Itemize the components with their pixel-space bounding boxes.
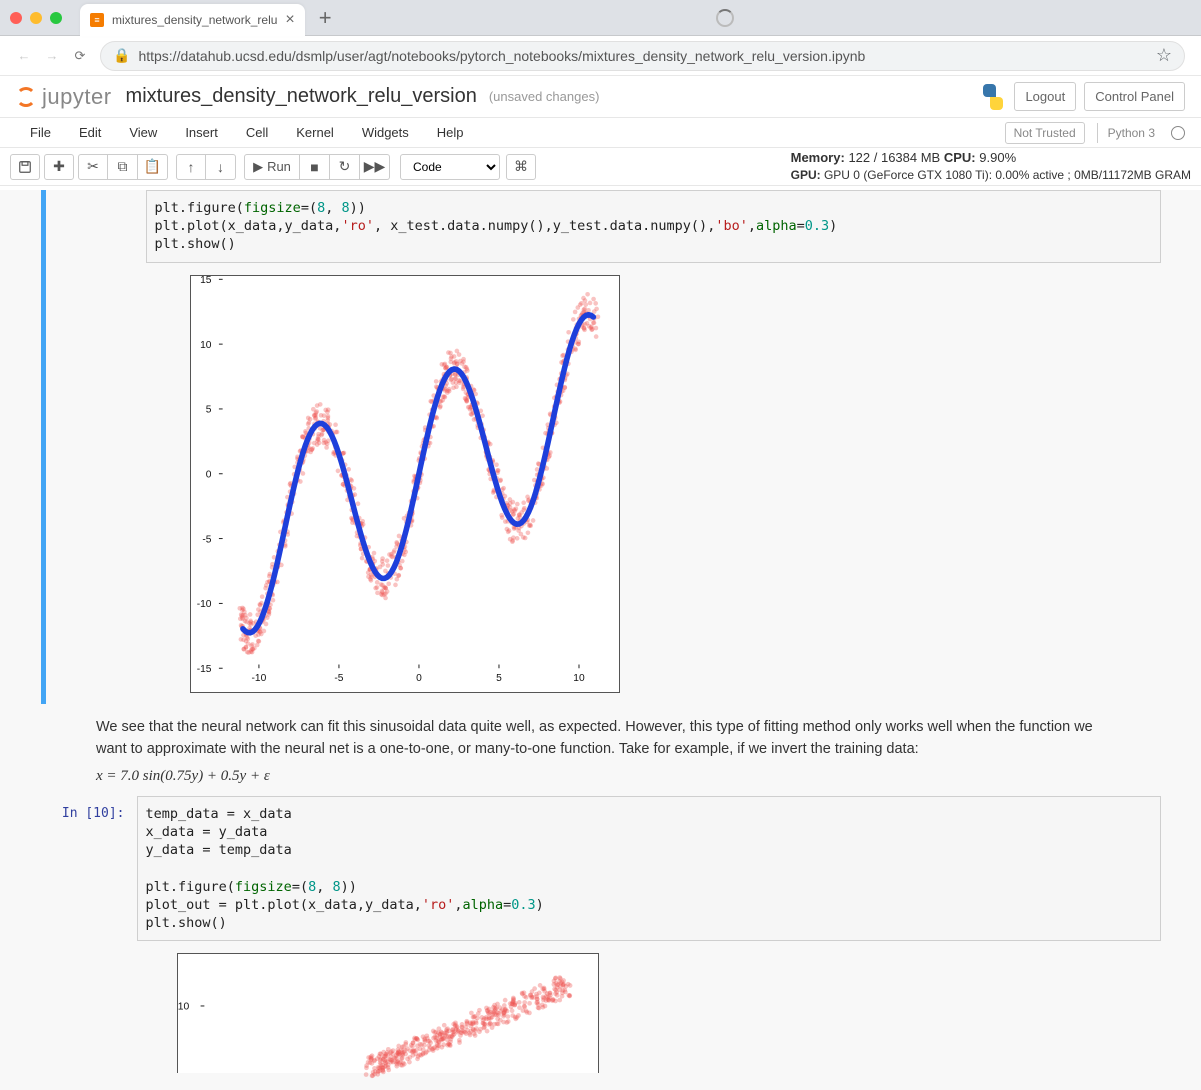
svg-text:-10: -10 — [251, 673, 266, 684]
add-cell-button[interactable]: ✚ — [44, 154, 74, 180]
close-tab-icon[interactable]: × — [285, 12, 294, 28]
control-panel-button[interactable]: Control Panel — [1084, 82, 1185, 111]
svg-text:-5: -5 — [202, 534, 211, 545]
gpu-value: GPU 0 (GeForce GTX 1080 Ti): 0.00% activ… — [824, 168, 1191, 182]
jupyter-header: jupyter mixtures_density_network_relu_ve… — [0, 76, 1201, 118]
menu-cell[interactable]: Cell — [232, 125, 282, 140]
paste-button[interactable]: 📋 — [138, 154, 168, 180]
svg-text:0: 0 — [205, 469, 211, 480]
loading-spinner-icon — [716, 9, 734, 27]
url-text: https://datahub.ucsd.edu/dsmlp/user/agt/… — [138, 48, 1147, 64]
save-button[interactable] — [10, 154, 40, 180]
memory-value: 122 / 16384 MB — [848, 150, 940, 165]
menu-bar: File Edit View Insert Cell Kernel Widget… — [0, 118, 1201, 148]
logout-button[interactable]: Logout — [1014, 82, 1076, 111]
save-status: (unsaved changes) — [489, 89, 600, 104]
reload-button[interactable]: ⟳ — [66, 42, 94, 70]
code-cell-selected[interactable]: plt.figure(figsize=(8, 8)) plt.plot(x_da… — [41, 190, 1161, 704]
browser-tab-strip: ≡ mixtures_density_network_relu × + — [0, 0, 1201, 36]
svg-text:-5: -5 — [334, 673, 343, 684]
move-up-button[interactable]: ↑ — [176, 154, 206, 180]
tab-title: mixtures_density_network_relu — [112, 13, 277, 27]
lock-icon: 🔒 — [113, 47, 130, 64]
new-tab-button[interactable]: + — [319, 7, 332, 29]
code-editor[interactable]: plt.figure(figsize=(8, 8)) plt.plot(x_da… — [146, 190, 1161, 263]
memory-label: Memory: — [791, 150, 845, 165]
svg-text:0: 0 — [416, 673, 422, 684]
cell-type-select[interactable]: Code — [400, 154, 500, 180]
copy-button[interactable]: ⧉ — [108, 154, 138, 180]
zoom-window-icon[interactable] — [50, 12, 62, 24]
svg-text:10: 10 — [573, 673, 585, 684]
notebook-name[interactable]: mixtures_density_network_relu_version — [126, 85, 477, 108]
forward-button[interactable]: → — [38, 42, 66, 70]
restart-button[interactable]: ↻ — [330, 154, 360, 180]
svg-text:5: 5 — [496, 673, 502, 684]
browser-toolbar: ← → ⟳ 🔒 https://datahub.ucsd.edu/dsmlp/u… — [0, 36, 1201, 76]
input-prompt: In [10]: — [41, 806, 133, 821]
menu-file[interactable]: File — [16, 125, 65, 140]
code-cell-10[interactable]: In [10]: temp_data = x_data x_data = y_d… — [41, 796, 1161, 1085]
jupyter-logo-icon — [16, 87, 36, 107]
kernel-name[interactable]: Python 3 — [1097, 123, 1165, 143]
close-window-icon[interactable] — [10, 12, 22, 24]
kernel-status-icon — [1171, 126, 1185, 140]
move-down-button[interactable]: ↓ — [206, 154, 236, 180]
resource-monitor: Memory: 122 / 16384 MB CPU: 9.90% GPU: G… — [791, 149, 1191, 184]
menu-insert[interactable]: Insert — [171, 125, 232, 140]
run-button-label: Run — [267, 159, 291, 174]
menu-view[interactable]: View — [115, 125, 171, 140]
command-palette-button[interactable]: ⌘ — [506, 154, 536, 180]
bookmark-star-icon[interactable]: ☆ — [1156, 45, 1172, 66]
svg-text:-10: -10 — [196, 599, 211, 610]
browser-tab[interactable]: ≡ mixtures_density_network_relu × — [80, 4, 305, 36]
math-expression: x = 7.0 sin(0.75y) + 0.5y + ε — [96, 765, 1096, 788]
svg-text:10: 10 — [200, 340, 212, 351]
svg-text:5: 5 — [205, 404, 211, 415]
jupyter-logo[interactable]: jupyter — [16, 84, 112, 110]
menu-widgets[interactable]: Widgets — [348, 125, 423, 140]
menu-edit[interactable]: Edit — [65, 125, 115, 140]
toolbar: ✚ ✂ ⧉ 📋 ↑ ↓ ▶ Run ■ ↻ ▶▶ Code ⌘ Memory: … — [0, 148, 1201, 186]
back-button[interactable]: ← — [10, 42, 38, 70]
markdown-text: We see that the neural network can fit t… — [96, 719, 1093, 757]
cpu-label: CPU: — [944, 150, 976, 165]
trusted-indicator[interactable]: Not Trusted — [1005, 122, 1085, 144]
minimize-window-icon[interactable] — [30, 12, 42, 24]
gpu-label: GPU: — [791, 168, 821, 182]
restart-run-all-button[interactable]: ▶▶ — [360, 154, 390, 180]
interrupt-button[interactable]: ■ — [300, 154, 330, 180]
jupyter-favicon: ≡ — [90, 13, 104, 27]
svg-text:-15: -15 — [196, 664, 211, 675]
notebook-container: plt.figure(figsize=(8, 8)) plt.plot(x_da… — [0, 190, 1201, 1090]
menu-help[interactable]: Help — [423, 125, 478, 140]
menu-kernel[interactable]: Kernel — [282, 125, 348, 140]
chart-scatter-inverted: 10 — [177, 953, 599, 1073]
address-bar[interactable]: 🔒 https://datahub.ucsd.edu/dsmlp/user/ag… — [100, 41, 1185, 71]
python-kernel-icon — [980, 84, 1006, 110]
cell-output: -10 -5 0 5 10 -15 -10 -5 0 5 10 15 — [146, 263, 1161, 704]
cut-button[interactable]: ✂ — [78, 154, 108, 180]
chart-scatter-sinusoid: -10 -5 0 5 10 -15 -10 -5 0 5 10 15 — [190, 275, 620, 693]
run-button[interactable]: ▶ Run — [244, 154, 300, 180]
window-controls[interactable] — [10, 12, 62, 24]
markdown-cell[interactable]: We see that the neural network can fit t… — [96, 716, 1096, 788]
jupyter-logo-text: jupyter — [42, 84, 112, 110]
cpu-value: 9.90% — [979, 150, 1016, 165]
svg-text:15: 15 — [200, 275, 212, 286]
cell-output: 10 — [137, 941, 1161, 1084]
svg-text:10: 10 — [177, 1002, 189, 1013]
code-editor[interactable]: temp_data = x_data x_data = y_data y_dat… — [137, 796, 1161, 942]
